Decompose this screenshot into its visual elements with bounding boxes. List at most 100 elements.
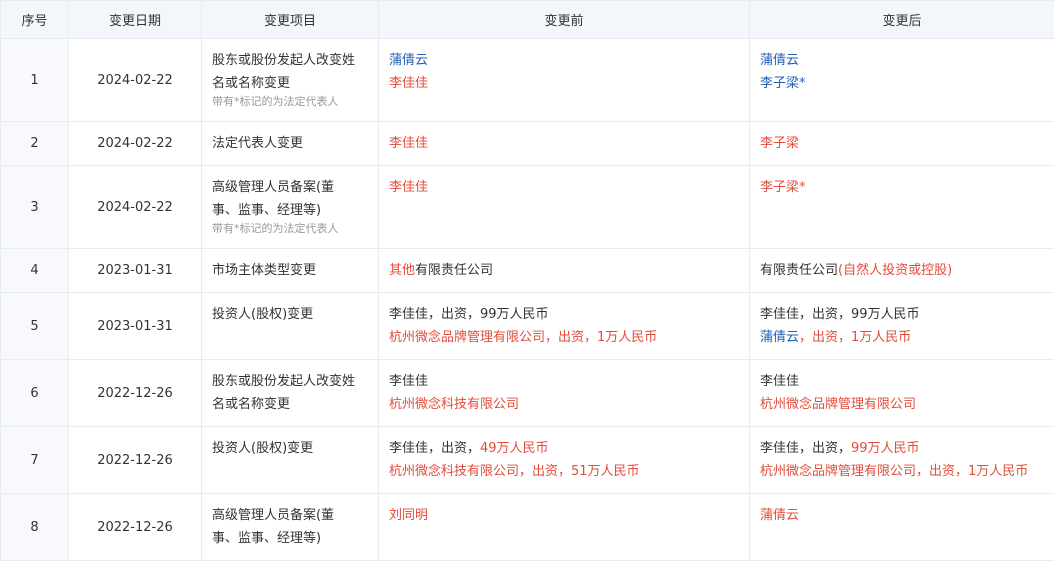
after-text: 李佳佳，出资， [760, 441, 851, 456]
change-item: 投资人(股权)变更 [202, 427, 379, 494]
before-line: 李佳佳，出资，99万人民币 [389, 303, 739, 326]
change-date: 2023-01-31 [69, 249, 202, 293]
before-value: 刘同明 [379, 494, 750, 561]
row-index: 3 [1, 166, 69, 249]
change-date: 2022-12-26 [69, 427, 202, 494]
change-item: 股东或股份发起人改变姓名或名称变更带有*标记的为法定代表人 [202, 39, 379, 122]
before-line: 李佳佳 [389, 72, 739, 95]
after-line: 蒲倩云，出资，1万人民币 [760, 326, 1044, 349]
table-header-row: 序号 变更日期 变更项目 变更前 变更后 [1, 1, 1054, 39]
after-line: 李佳佳，出资，99万人民币 [760, 303, 1044, 326]
table-row: 52023-01-31投资人(股权)变更李佳佳，出资，99万人民币杭州微念品牌管… [1, 293, 1054, 360]
row-index: 6 [1, 360, 69, 427]
before-line: 蒲倩云 [389, 49, 739, 72]
before-text: 杭州微念品牌管理有限公司，出资，1万人民币 [389, 330, 657, 345]
change-item-text: 股东或股份发起人改变姓 [212, 49, 368, 72]
before-text: 有限责任公司 [415, 263, 493, 278]
after-value: 李子梁 [750, 122, 1054, 166]
after-line: 李佳佳，出资，99万人民币 [760, 437, 1044, 460]
before-value: 李佳佳，出资，99万人民币杭州微念品牌管理有限公司，出资，1万人民币 [379, 293, 750, 360]
after-text: 蒲倩云 [760, 53, 799, 68]
before-line: 刘同明 [389, 504, 739, 527]
before-value: 李佳佳 [379, 122, 750, 166]
after-line: 李佳佳 [760, 370, 1044, 393]
change-item-text: 投资人(股权)变更 [212, 303, 368, 326]
change-item-text: 高级管理人员备案(董 [212, 176, 368, 199]
after-text: 李子梁 [760, 136, 799, 151]
row-index: 5 [1, 293, 69, 360]
after-text: 李佳佳，出资，99万人民币 [760, 307, 920, 322]
after-text: 李佳佳 [760, 374, 799, 389]
after-line: 有限责任公司(自然人投资或控股) [760, 259, 1044, 282]
before-text: 蒲倩云 [389, 53, 428, 68]
after-text: 蒲倩云 [760, 508, 799, 523]
change-item-text: 市场主体类型变更 [212, 259, 368, 282]
before-line: 杭州微念品牌管理有限公司，出资，1万人民币 [389, 326, 739, 349]
table-row: 22024-02-22 法定代表人变更 李佳佳 李子梁 [1, 122, 1054, 166]
change-record-table: 序号 变更日期 变更项目 变更前 变更后 12024-02-22股东或股份发起人… [0, 0, 1054, 561]
before-text: 李佳佳 [389, 374, 428, 389]
change-date: 2023-01-31 [69, 293, 202, 360]
table-row: 32024-02-22高级管理人员备案(董事、监事、经理等)带有*标记的为法定代… [1, 166, 1054, 249]
change-date: 2024-02-22 [69, 122, 202, 166]
after-line: 杭州微念品牌管理有限公司，出资，1万人民币 [760, 460, 1044, 483]
before-text: 李佳佳 [389, 180, 428, 195]
legal-rep-note: 带有*标记的为法定代表人 [212, 222, 368, 236]
after-text: (自然人投资或控股) [838, 263, 952, 278]
after-line: 蒲倩云 [760, 504, 1044, 527]
before-text: 李佳佳 [389, 76, 428, 91]
before-text: 杭州微念科技有限公司，出资，51万人民币 [389, 464, 640, 479]
change-item-text: 事、监事、经理等) [212, 527, 368, 550]
header-change-item: 变更项目 [202, 1, 379, 39]
change-item-text: 高级管理人员备案(董 [212, 504, 368, 527]
row-index: 2 [1, 122, 69, 166]
after-text: 蒲倩云 [760, 330, 799, 345]
after-text: 李子梁* [760, 76, 806, 91]
header-change-date: 变更日期 [69, 1, 202, 39]
table-row: 62022-12-26股东或股份发起人改变姓名或名称变更李佳佳杭州微念科技有限公… [1, 360, 1054, 427]
before-text: 49万人民币 [480, 441, 549, 456]
after-text: 杭州微念品牌管理有限公司 [760, 397, 916, 412]
after-value: 李佳佳杭州微念品牌管理有限公司 [750, 360, 1054, 427]
change-item: 高级管理人员备案(董事、监事、经理等)带有*标记的为法定代表人 [202, 166, 379, 249]
row-index: 4 [1, 249, 69, 293]
after-line: 李子梁 [760, 132, 1044, 155]
change-date: 2022-12-26 [69, 360, 202, 427]
change-item: 市场主体类型变更 [202, 249, 379, 293]
header-before: 变更前 [379, 1, 750, 39]
before-value: 蒲倩云李佳佳 [379, 39, 750, 122]
after-value: 蒲倩云 [750, 494, 1054, 561]
change-item-text: 股东或股份发起人改变姓 [212, 370, 368, 393]
change-item: 投资人(股权)变更 [202, 293, 379, 360]
before-text: 李佳佳 [389, 136, 428, 151]
after-line: 蒲倩云 [760, 49, 1044, 72]
before-line: 杭州微念科技有限公司 [389, 393, 739, 416]
after-line: 李子梁* [760, 176, 1044, 199]
change-item-text: 投资人(股权)变更 [212, 437, 368, 460]
header-after: 变更后 [750, 1, 1054, 39]
after-value: 李子梁* [750, 166, 1054, 249]
after-text: 99万人民币 [851, 441, 920, 456]
legal-rep-note: 带有*标记的为法定代表人 [212, 95, 368, 109]
change-item-text: 名或名称变更 [212, 393, 368, 416]
change-item-text: 法定代表人变更 [212, 132, 368, 155]
after-text: 杭州微念品牌管理有限公司，出资，1万人民币 [760, 464, 1028, 479]
change-date: 2022-12-26 [69, 494, 202, 561]
change-item: 法定代表人变更 [202, 122, 379, 166]
change-item: 股东或股份发起人改变姓名或名称变更 [202, 360, 379, 427]
after-value: 李佳佳，出资，99万人民币杭州微念品牌管理有限公司，出资，1万人民币 [750, 427, 1054, 494]
before-line: 其他有限责任公司 [389, 259, 739, 282]
table-row: 42023-01-31市场主体类型变更其他有限责任公司有限责任公司(自然人投资或… [1, 249, 1054, 293]
change-item-text: 名或名称变更 [212, 72, 368, 95]
before-line: 李佳佳 [389, 370, 739, 393]
change-date: 2024-02-22 [69, 166, 202, 249]
before-text: 李佳佳，出资，99万人民币 [389, 307, 549, 322]
before-line: 李佳佳 [389, 176, 739, 199]
table-body: 12024-02-22股东或股份发起人改变姓名或名称变更带有*标记的为法定代表人… [1, 39, 1054, 561]
table-row: 82022-12-26高级管理人员备案(董事、监事、经理等)刘同明蒲倩云 [1, 494, 1054, 561]
before-text: 杭州微念科技有限公司 [389, 397, 519, 412]
after-value: 蒲倩云李子梁* [750, 39, 1054, 122]
before-line: 杭州微念科技有限公司，出资，51万人民币 [389, 460, 739, 483]
table-row: 12024-02-22股东或股份发起人改变姓名或名称变更带有*标记的为法定代表人… [1, 39, 1054, 122]
row-index: 7 [1, 427, 69, 494]
